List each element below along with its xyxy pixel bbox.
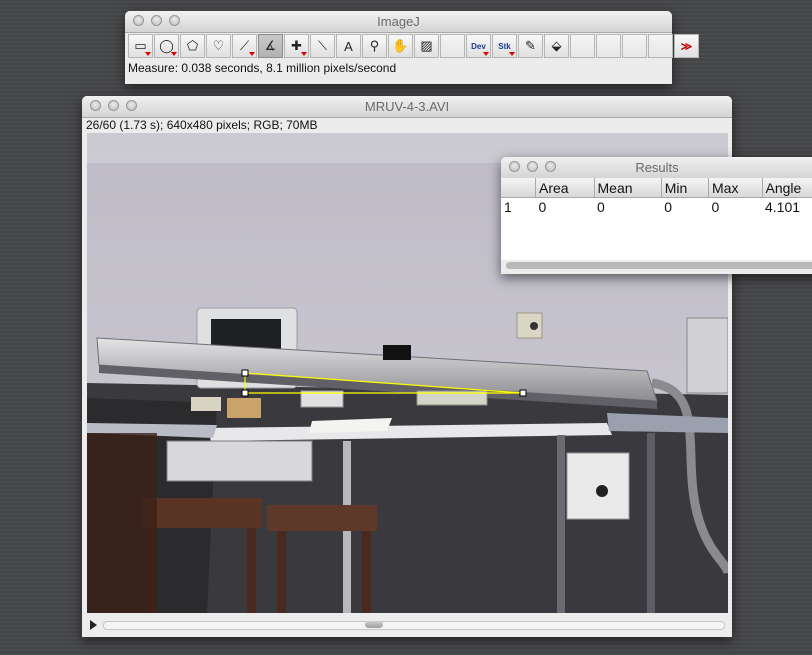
hand-tool-button[interactable]: ✋ bbox=[388, 34, 413, 58]
flood-fill-tool-button[interactable]: ⬙ bbox=[544, 34, 569, 58]
text-icon: A bbox=[344, 38, 353, 54]
table-cell: 1 bbox=[504, 199, 512, 215]
dev-menu-button-label: Dev bbox=[471, 41, 486, 51]
right-equipment bbox=[686, 317, 728, 394]
double-chevron-right-icon: ≫ bbox=[680, 40, 693, 53]
brush-tool-button[interactable]: ✎ bbox=[518, 34, 543, 58]
text-tool-button[interactable]: A bbox=[336, 34, 361, 58]
drawer-unit bbox=[166, 440, 313, 482]
table-row[interactable]: 1 0 0 0 0 4.101 bbox=[501, 198, 812, 217]
magnifier-tool-button[interactable]: ⚲ bbox=[362, 34, 387, 58]
angle-tool-button[interactable]: ∡ bbox=[258, 34, 283, 58]
submenu-arrow-icon bbox=[249, 52, 255, 56]
stk-menu-button-label: Stk bbox=[498, 41, 511, 51]
cart bbox=[383, 345, 411, 360]
column-header[interactable]: Min bbox=[661, 178, 710, 198]
selection-handle[interactable] bbox=[519, 389, 527, 397]
imagej-title: ImageJ bbox=[377, 14, 420, 29]
oval-tool-button[interactable]: ◯ bbox=[154, 34, 179, 58]
slider-track[interactable] bbox=[103, 621, 725, 630]
empty-slot-2[interactable] bbox=[570, 34, 595, 58]
empty-slot-4[interactable] bbox=[622, 34, 647, 58]
table-cell: 4.101 bbox=[765, 199, 801, 215]
wall-outlet bbox=[516, 312, 543, 339]
image-info-line: 26/60 (1.73 s); 640x480 pixels; RGB; 70M… bbox=[86, 118, 318, 132]
results-window: Results Area Mean Min Max Angle 1 0 0 0 0 4.101 bbox=[501, 157, 812, 274]
results-title: Results bbox=[635, 160, 679, 175]
slider-thumb[interactable] bbox=[365, 621, 383, 628]
column-header[interactable]: Area bbox=[535, 178, 595, 198]
column-header[interactable]: Angle bbox=[762, 178, 812, 198]
submenu-arrow-icon bbox=[483, 52, 489, 56]
image-title: MRUV-4-3.AVI bbox=[364, 99, 450, 114]
angle-icon: ∡ bbox=[264, 38, 277, 53]
rectangle-tool-button[interactable]: ▭ bbox=[128, 34, 153, 58]
point-tool-button[interactable]: ✚ bbox=[284, 34, 309, 58]
wand-icon: ⟍ bbox=[317, 38, 328, 53]
wooden-block bbox=[227, 398, 261, 418]
color-picker-icon: ▨ bbox=[420, 38, 433, 53]
tool-bar: ▭ ◯ ⬠ ♡ ⟋ ∡ ✚ ⟍ A ⚲ ✋ ▨ Dev Stk ✎ ⬙ ≫ bbox=[128, 34, 700, 60]
more-tools-button[interactable]: ≫ bbox=[674, 34, 699, 58]
column-header[interactable]: Max bbox=[708, 178, 763, 198]
table-cell: 0 bbox=[538, 199, 547, 215]
selection-handle[interactable] bbox=[241, 389, 249, 397]
frame-slider[interactable] bbox=[87, 616, 728, 633]
image-titlebar[interactable]: MRUV-4-3.AVI bbox=[82, 96, 732, 118]
results-table[interactable]: Area Mean Min Max Angle 1 0 0 0 0 4.101 bbox=[501, 178, 812, 216]
table-cell: 0 bbox=[711, 199, 720, 215]
play-icon[interactable] bbox=[90, 620, 97, 630]
submenu-arrow-icon bbox=[145, 52, 151, 56]
magnifier-icon: ⚲ bbox=[369, 38, 380, 53]
selection-handle[interactable] bbox=[241, 369, 249, 377]
imagej-titlebar[interactable]: ImageJ bbox=[125, 11, 672, 33]
polygon-icon: ⬠ bbox=[186, 38, 199, 53]
empty-slot-5[interactable] bbox=[648, 34, 673, 58]
imagej-toolbar-window: ImageJ ▭ ◯ ⬠ ♡ ⟋ ∡ ✚ ⟍ A ⚲ ✋ ▨ Dev Stk ✎ ⬙ ≫ Measure: 0.… bbox=[125, 11, 699, 84]
submenu-arrow-icon bbox=[171, 52, 177, 56]
line-tool-button[interactable]: ⟋ bbox=[232, 34, 257, 58]
polygon-tool-button[interactable]: ⬠ bbox=[180, 34, 205, 58]
freehand-icon: ♡ bbox=[212, 38, 225, 53]
empty-slot-3[interactable] bbox=[596, 34, 621, 58]
freehand-tool-button[interactable]: ♡ bbox=[206, 34, 231, 58]
results-titlebar[interactable]: Results bbox=[501, 157, 812, 179]
submenu-arrow-icon bbox=[301, 52, 307, 56]
table-cell: 0 bbox=[664, 199, 673, 215]
status-line: Measure: 0.038 seconds, 8.1 million pixe… bbox=[128, 61, 397, 75]
flood-fill-icon: ⬙ bbox=[551, 38, 562, 53]
dev-menu-button[interactable]: Dev bbox=[466, 34, 491, 58]
column-header[interactable] bbox=[501, 178, 536, 198]
results-horizontal-scrollbar[interactable] bbox=[506, 262, 812, 269]
color-picker-tool-button[interactable]: ▨ bbox=[414, 34, 439, 58]
wand-tool-button[interactable]: ⟍ bbox=[310, 34, 335, 58]
line-icon: ⟋ bbox=[239, 38, 250, 53]
power-supply bbox=[566, 452, 630, 520]
hand-icon: ✋ bbox=[392, 38, 409, 53]
table-cell: 0 bbox=[597, 199, 605, 215]
brush-icon: ✎ bbox=[525, 38, 536, 53]
stk-menu-button[interactable]: Stk bbox=[492, 34, 517, 58]
submenu-arrow-icon bbox=[509, 52, 515, 56]
chair-seat bbox=[142, 498, 262, 528]
empty-slot-1[interactable] bbox=[440, 34, 465, 58]
column-header[interactable]: Mean bbox=[594, 178, 662, 198]
